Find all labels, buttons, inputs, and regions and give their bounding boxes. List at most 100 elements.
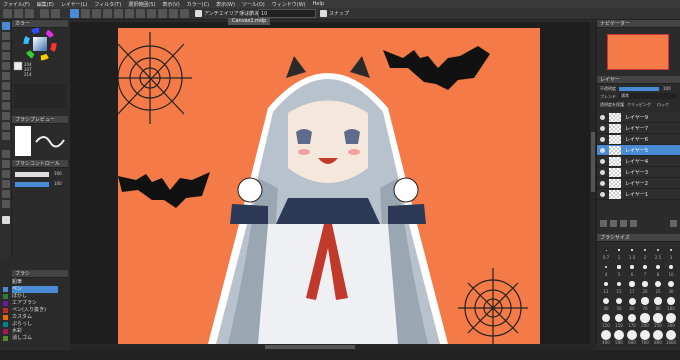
document-tab[interactable]: Canvas1.mdp [228,18,271,25]
correction-select[interactable]: 10 [258,9,316,18]
grid-icon[interactable] [114,9,123,18]
menu-tool[interactable]: ツール(O) [242,1,265,8]
blur-icon[interactable] [2,132,10,140]
snap-checkbox[interactable] [320,10,327,17]
layer-opacity-slider[interactable] [619,87,659,91]
hand-tool-icon[interactable] [2,200,10,208]
lasso-icon[interactable] [2,52,10,60]
brush-size-cell[interactable]: 70 [638,295,652,311]
select-rect-icon[interactable] [2,42,10,50]
brush-size-cell[interactable]: 6 [625,261,639,277]
vertical-scrollbar[interactable] [590,22,596,344]
layer-row[interactable]: レイヤー3 [597,167,680,178]
menu-edit[interactable]: 編集(E) [37,1,54,8]
brush-size-cell[interactable]: 500 [612,329,626,345]
lock-checkbox[interactable]: ロック [657,102,669,108]
brush-size-cell[interactable]: 150 [612,312,626,328]
brush-size-cell[interactable]: 8 [651,261,665,277]
brush-item[interactable]: ぷらっし [12,321,58,328]
brush-size-cell[interactable]: 4 [599,261,613,277]
brush-size-cell[interactable]: 170 [625,312,639,328]
brush-size-cell[interactable]: 40 [599,295,613,311]
brush-item[interactable]: ペン(入り抜き) [12,307,58,314]
brush-item[interactable]: 消しゴム [12,335,58,342]
add-folder-icon[interactable] [610,220,617,227]
brush-size-cell[interactable]: 17 [625,278,639,294]
menu-window[interactable]: ウィンドウ(W) [272,1,306,8]
color-palette[interactable] [14,84,66,108]
layer-row[interactable]: レイヤー9 [597,112,680,123]
eye-icon[interactable] [600,137,605,142]
layer-row[interactable]: レイヤー6 [597,134,680,145]
pen-tool-icon[interactable] [2,22,10,30]
magic-wand-icon[interactable] [2,62,10,70]
add-layer-icon[interactable] [600,220,607,227]
brush-size-cell[interactable]: 2.5 [651,244,665,260]
brush-size-cell[interactable]: 5 [612,261,626,277]
brush-size-cell[interactable]: 0.7 [599,244,613,260]
open-file-icon[interactable] [14,9,23,18]
eye-icon[interactable] [600,159,605,164]
brush-size-cell[interactable]: 200 [638,312,652,328]
brush-size-cell[interactable]: 60 [625,295,639,311]
brush-size-cell[interactable]: 25 [651,278,665,294]
brush-size-cell[interactable]: 1.5 [625,244,639,260]
brush-size-cell[interactable]: 700 [638,329,652,345]
menu-display[interactable]: 表示(W) [216,1,235,8]
brush-item-selected[interactable]: ペン [12,286,58,293]
symmetry-icon[interactable] [158,9,167,18]
brush-size-cell[interactable]: 300 [664,312,678,328]
menu-filter[interactable]: フィルタ(T) [94,1,121,8]
eye-icon[interactable] [600,192,605,197]
blend-select[interactable]: 通常 [619,93,677,99]
brush-size-cell[interactable]: 30 [664,278,678,294]
brush-size-cell[interactable]: 120 [599,312,613,328]
brush-item[interactable]: 水彩 [12,328,58,335]
merge-layer-icon[interactable] [630,220,637,227]
ruler-icon[interactable] [136,9,145,18]
gradient-icon[interactable] [2,92,10,100]
menu-color[interactable]: カラー(C) [187,1,209,8]
delete-layer-icon[interactable] [670,220,677,227]
brush-size-cell[interactable]: 1000 [664,329,678,345]
transform-icon[interactable] [81,9,90,18]
save-icon[interactable] [25,9,34,18]
brush-size-cell[interactable]: 3 [664,244,678,260]
eye-icon[interactable] [600,126,605,131]
brush-size-cell[interactable]: 7 [638,261,652,277]
layer-row[interactable]: レイヤー1 [597,189,680,200]
antialias-checkbox[interactable] [195,10,202,17]
brush-size-cell[interactable]: 100 [664,295,678,311]
layer-row[interactable]: レイヤー7 [597,123,680,134]
fg-color-swatch[interactable] [2,216,10,224]
transform-tool-icon[interactable] [2,122,10,130]
brush-item[interactable]: エアブラシ [12,300,58,307]
brush-item[interactable]: カスタム [12,314,58,321]
menu-layer[interactable]: レイヤー(L) [61,1,88,8]
layer-row-selected[interactable]: レイヤー5 [597,145,680,156]
eraser-tool-icon[interactable] [2,32,10,40]
flip-icon[interactable] [92,9,101,18]
brush-size-cell[interactable]: 1 [612,244,626,260]
layer-row[interactable]: レイヤー2 [597,178,680,189]
dot-pen-icon[interactable] [2,160,10,168]
select-tool-icon[interactable] [70,9,79,18]
brush-size-cell[interactable]: 400 [599,329,613,345]
brush-size-slider[interactable] [15,172,49,177]
smudge-icon[interactable] [2,150,10,158]
brush-size-cell[interactable]: 20 [638,278,652,294]
artwork-canvas[interactable] [118,28,540,344]
eye-icon[interactable] [600,148,605,153]
menu-help[interactable]: Help [313,1,324,7]
text-tool-icon[interactable] [2,170,10,178]
rotate-icon[interactable] [103,9,112,18]
brush-size-cell[interactable]: 800 [651,329,665,345]
operation-icon[interactable] [2,180,10,188]
undo-icon[interactable] [40,9,49,18]
eyedropper-icon[interactable] [2,190,10,198]
brush-size-cell[interactable]: 2 [638,244,652,260]
brush-size-cell[interactable]: 10 [664,261,678,277]
brush-size-cell[interactable]: 250 [651,312,665,328]
divide-icon[interactable] [2,112,10,120]
brush-size-cell[interactable]: 50 [612,295,626,311]
